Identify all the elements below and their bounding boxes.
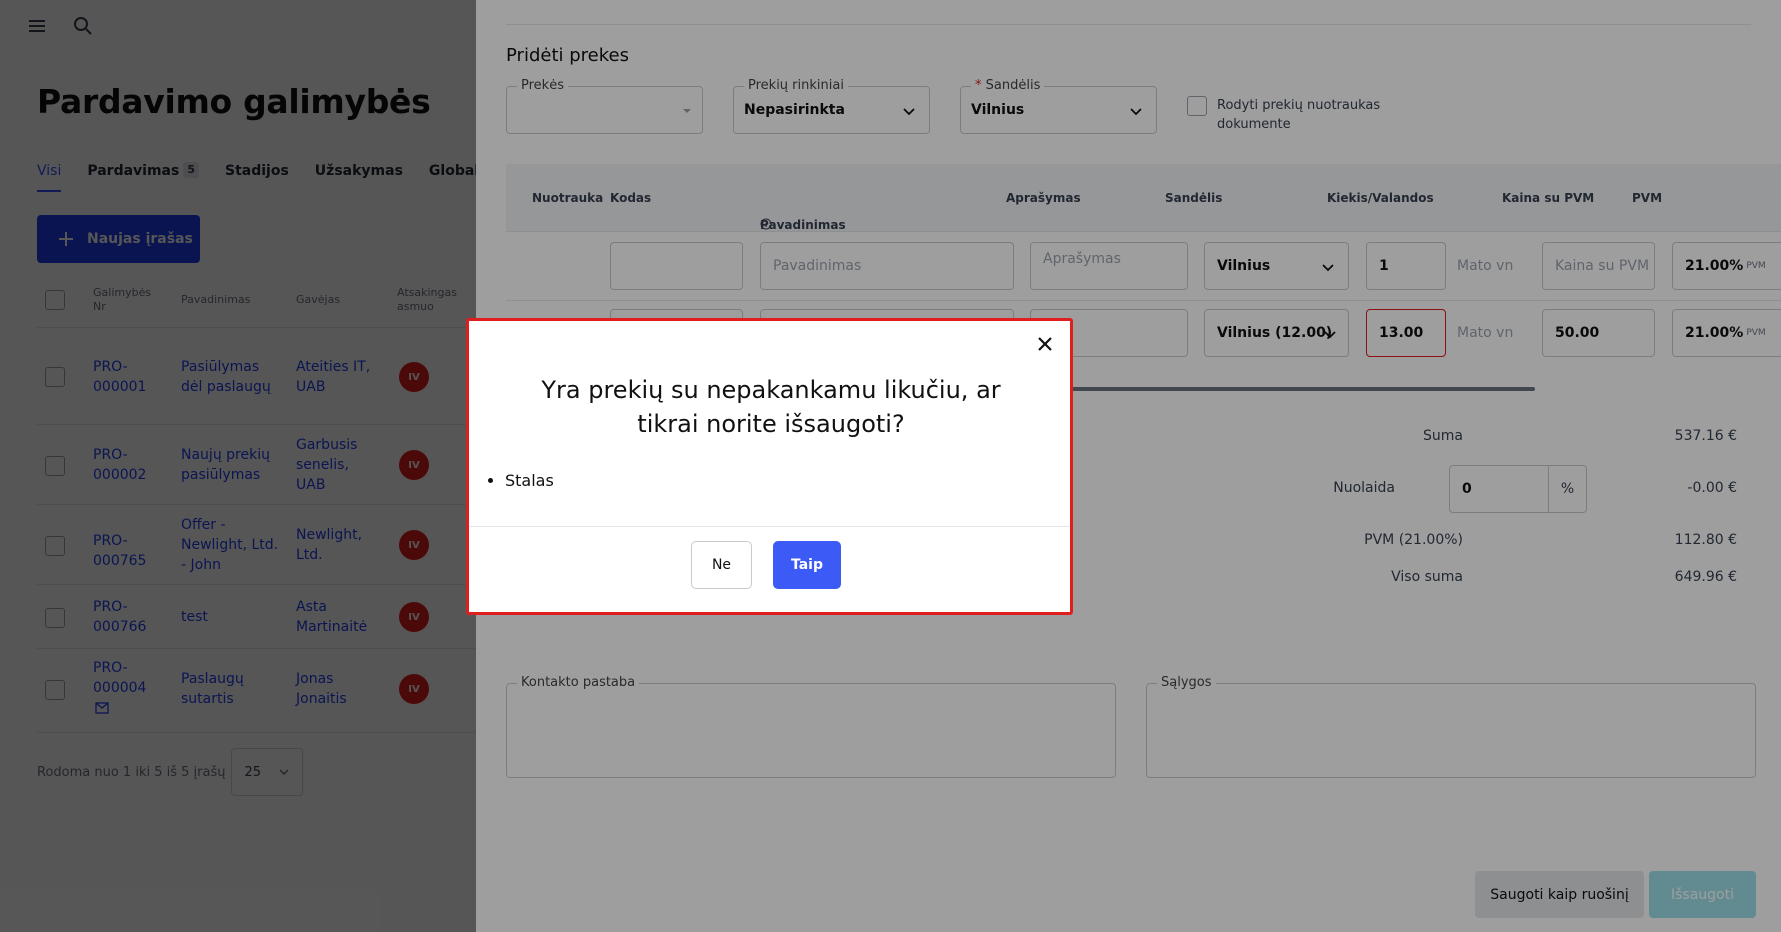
list-item: Stalas xyxy=(505,471,554,490)
no-button[interactable]: Ne xyxy=(691,541,752,589)
insufficient-items-list: Stalas xyxy=(501,471,554,490)
close-icon[interactable] xyxy=(1034,333,1056,355)
divider xyxy=(469,526,1070,527)
dialog-title: Yra prekių su nepakankamu likučiu, ar ti… xyxy=(541,376,1001,438)
yes-button[interactable]: Taip xyxy=(773,541,841,589)
confirm-dialog: Yra prekių su nepakankamu likučiu, ar ti… xyxy=(466,318,1073,615)
